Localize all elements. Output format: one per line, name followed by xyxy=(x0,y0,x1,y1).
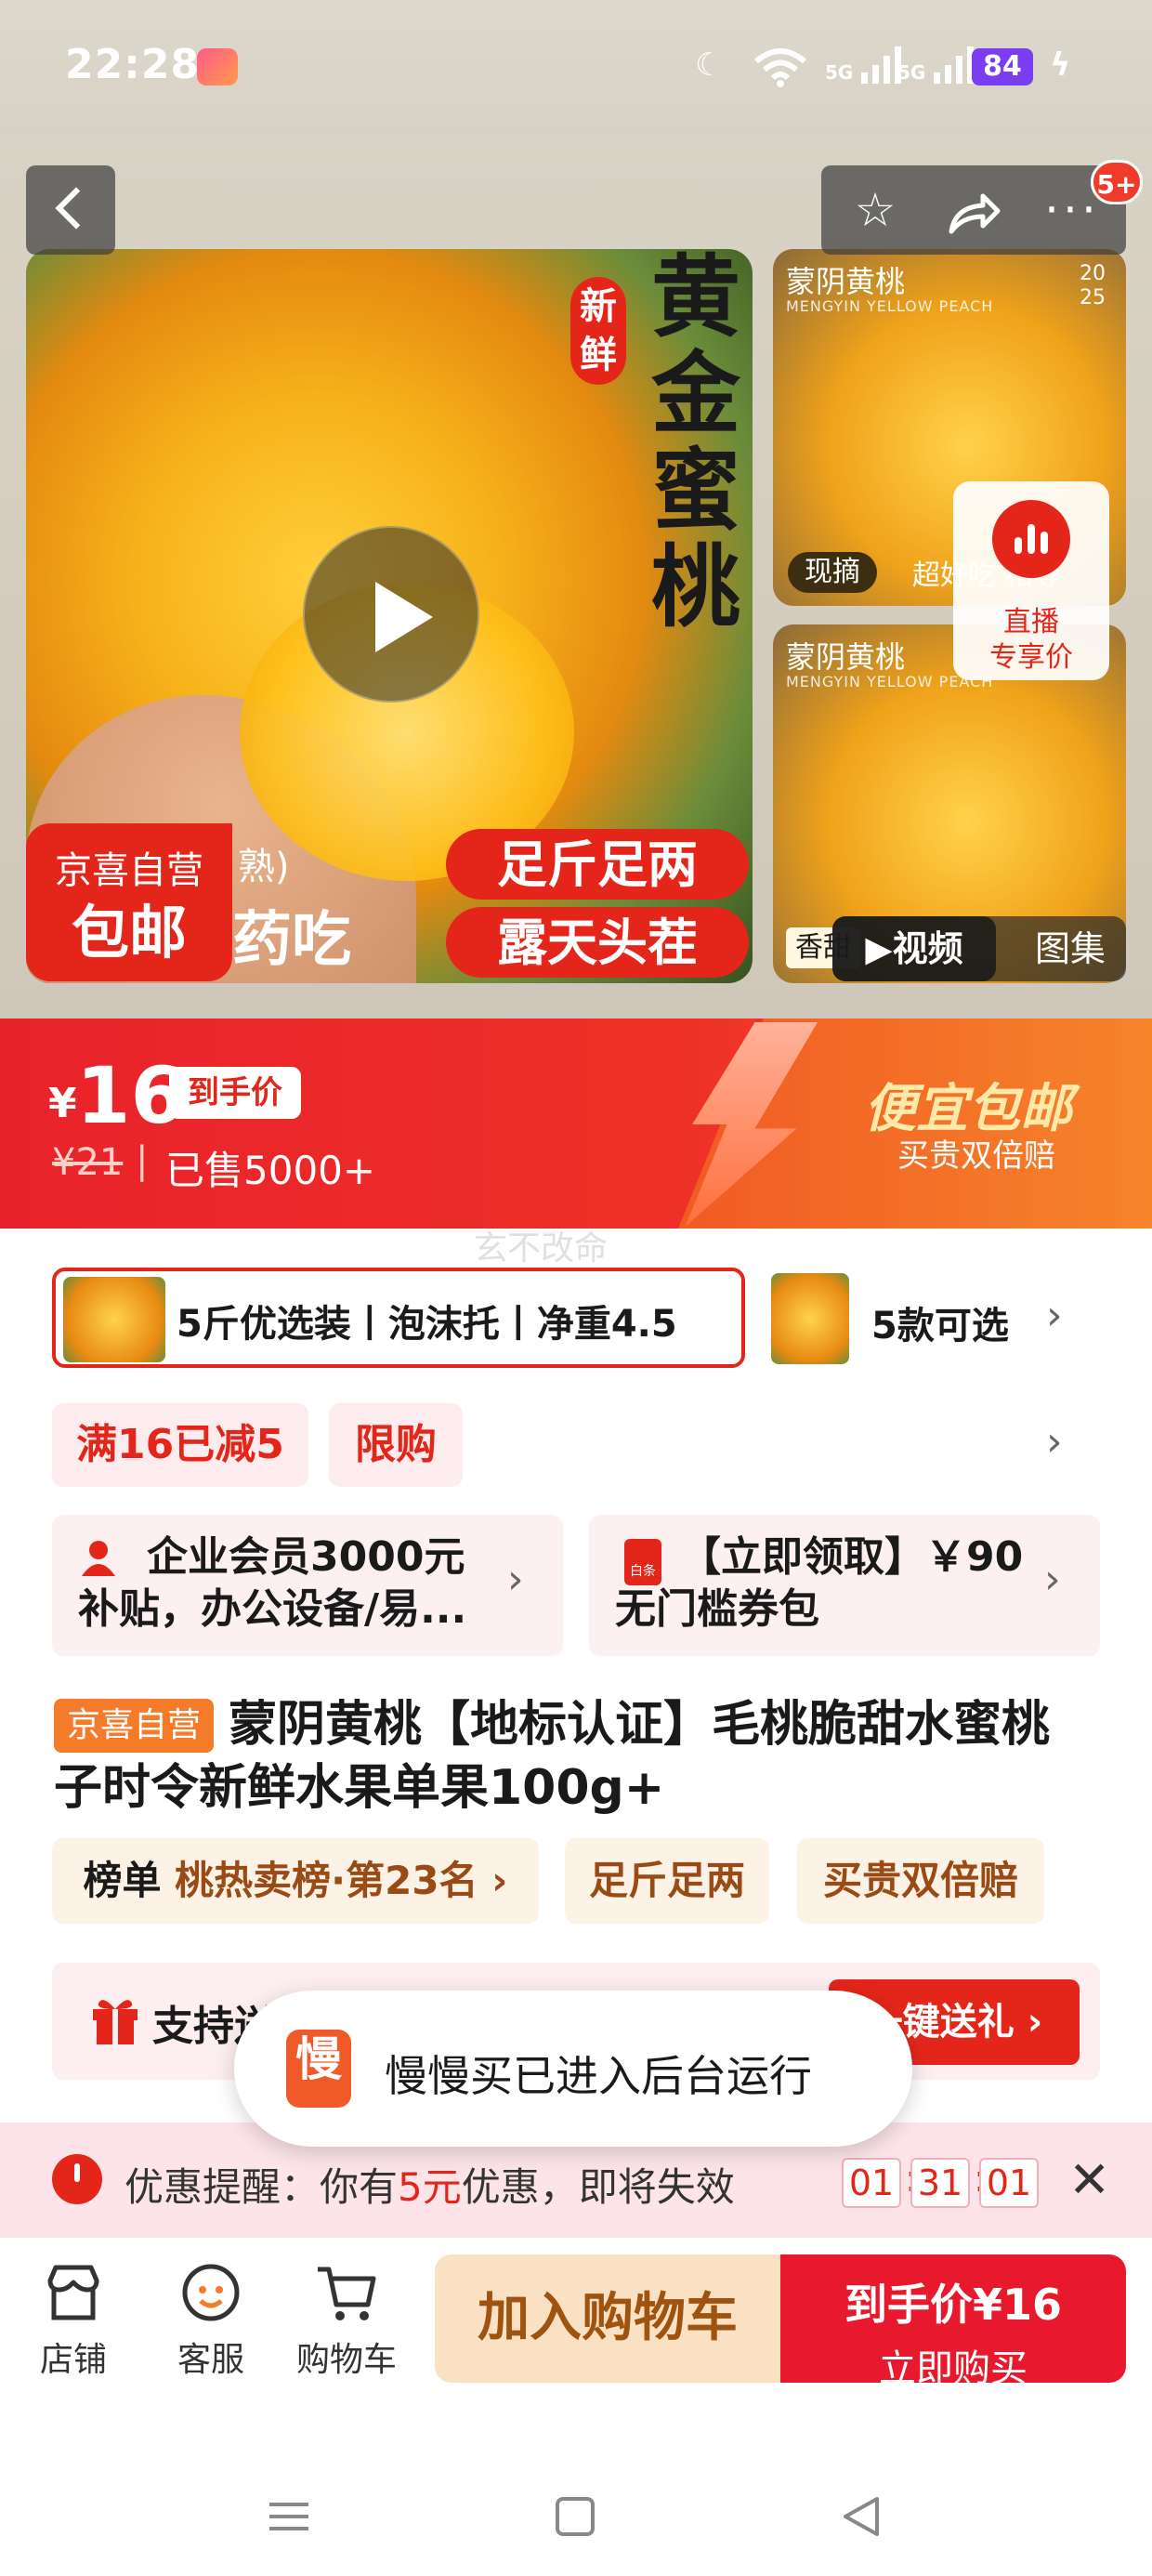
add-to-cart-button[interactable]: 加入购物车 xyxy=(435,2254,780,2383)
rank-prefix: 榜单 xyxy=(83,1858,162,1903)
gallery-pill-1: 足斤足两 xyxy=(446,829,749,900)
gallery-title: 黄金蜜桃 xyxy=(651,244,740,639)
price-divider: | xyxy=(136,1139,149,1182)
back-triangle-icon[interactable] xyxy=(840,2491,883,2551)
rank-text: 桃热卖榜·第23名 xyxy=(175,1858,478,1903)
bilibili-app-icon xyxy=(197,48,238,85)
thumb-title: 蒙阴黄桃 xyxy=(786,639,906,675)
chevron-right-icon: › xyxy=(507,1556,524,1603)
countdown-seconds: 01 xyxy=(979,2158,1039,2208)
segment-images[interactable]: 图集 xyxy=(1015,916,1126,981)
battery-icon: 84 xyxy=(972,48,1033,85)
gallery-ghost-text: 药吃 xyxy=(232,906,351,975)
feature-tag: 买贵双倍赔 xyxy=(797,1838,1044,1924)
product-detail-page: 22:28 ☾ 5G 5G 84 ϟ 新鲜 黄金蜜桃 足斤足两 露天头茬 熟) … xyxy=(0,0,1152,2576)
new-tag: 新鲜 xyxy=(570,277,626,385)
signal-icon: 5G xyxy=(825,46,904,87)
buy-price-label: 到手价¥16 xyxy=(844,2280,1063,2330)
thumb-subtitle: MENGYIN YELLOW PEACH xyxy=(786,297,994,315)
manmanmai-app-icon: 慢 xyxy=(286,2030,351,2108)
coupon-pack-card[interactable]: 白条 【立即领取】￥90无门槛券包 › xyxy=(589,1515,1100,1656)
background-toast: 慢 慢慢买已进入后台运行 xyxy=(234,1991,912,2147)
coupon-text: 【立即领取】￥90无门槛券包 xyxy=(615,1533,1024,1633)
member-text: 企业会员3000元补贴，办公设备/易... xyxy=(78,1533,467,1633)
store-icon[interactable] xyxy=(41,2260,106,2325)
share-arrow-icon[interactable] xyxy=(927,165,1020,255)
star-icon[interactable]: ☆ xyxy=(829,165,922,255)
sold-count: 已售5000+ xyxy=(165,1148,376,1193)
home-icon[interactable] xyxy=(554,2491,596,2551)
feature-tag: 足斤足两 xyxy=(565,1838,769,1924)
top-action-group: ☆ ··· xyxy=(821,165,1126,255)
jx-badge-line2: 包邮 xyxy=(71,899,187,966)
option-count[interactable]: 5款可选 xyxy=(871,1295,1009,1349)
customer-service-icon[interactable] xyxy=(178,2260,243,2325)
jx-free-shipping-badge: 京喜自营 包邮 xyxy=(26,823,232,981)
status-time: 22:28 xyxy=(65,41,201,88)
watermark-text: 玄不改命 xyxy=(474,1229,609,1268)
thumb-title: 蒙阴黄桃 xyxy=(786,264,906,299)
nav-label: 客服 xyxy=(177,2341,244,2379)
live-price-label: 专享价 xyxy=(989,641,1073,674)
back-button[interactable] xyxy=(26,165,115,255)
charging-icon: ϟ xyxy=(1050,46,1071,84)
chevron-right-icon[interactable]: › xyxy=(1046,1292,1063,1339)
nav-label: 购物车 xyxy=(295,2341,397,2379)
thumb-year: 20 25 xyxy=(1080,262,1106,309)
segment-video[interactable]: ▶视频 xyxy=(832,916,996,981)
member-subsidy-card[interactable]: 企业会员3000元补贴，办公设备/易... › xyxy=(52,1515,563,1656)
gift-icon xyxy=(89,1992,141,2046)
price-tag: 到手价 xyxy=(169,1067,301,1119)
moon-icon: ☾ xyxy=(695,46,724,84)
chevron-right-icon: › xyxy=(491,1858,508,1903)
menu-icon[interactable] xyxy=(268,2491,310,2551)
jx-self-operated-tag: 京喜自营 xyxy=(54,1699,214,1753)
notification-badge: 5+ xyxy=(1091,160,1143,204)
promo-subtitle: 买贵双倍赔 xyxy=(897,1137,1055,1175)
buy-label: 立即购买 xyxy=(879,2347,1028,2390)
ranking-tag[interactable]: 榜单 桃热卖榜·第23名 › xyxy=(52,1838,539,1924)
gallery-ghost-text: 熟) xyxy=(238,846,290,888)
gallery-pill-2: 露天头茬 xyxy=(446,907,749,978)
reminder-text: 优惠提醒：你有5元优惠，即将失效 xyxy=(124,2164,735,2210)
original-price: ¥21 xyxy=(52,1141,124,1184)
price-currency: ¥ xyxy=(48,1080,77,1127)
wifi-icon xyxy=(753,46,808,87)
live-exclusive-button[interactable]: 直播 专享价 xyxy=(953,481,1109,680)
buy-now-button[interactable]: 到手价¥16 立即购买 xyxy=(780,2254,1126,2390)
toast-text: 慢慢买已进入后台运行 xyxy=(385,2051,812,2101)
shopping-cart-icon[interactable] xyxy=(314,2260,379,2325)
option-label: 5斤优选装丨泡沫托丨净重4.5 xyxy=(177,1303,677,1346)
clock-icon xyxy=(52,2154,102,2204)
nav-label: 店铺 xyxy=(39,2341,107,2379)
play-small-icon: ▶ xyxy=(865,928,893,969)
play-video-button[interactable] xyxy=(303,526,479,703)
signal-label: 5G xyxy=(897,61,926,84)
discount-tag[interactable]: 满16已减5 xyxy=(52,1403,308,1487)
countdown-hours: 01 xyxy=(842,2158,901,2208)
chevron-right-icon: › xyxy=(1044,1556,1061,1603)
signal-icon: 5G xyxy=(897,46,976,87)
signal-label: 5G xyxy=(825,61,854,84)
limit-tag[interactable]: 限购 xyxy=(329,1403,463,1487)
live-icon xyxy=(992,500,1070,578)
countdown-minutes: 31 xyxy=(910,2158,970,2208)
option-thumbnail[interactable] xyxy=(771,1273,849,1364)
thumb-tag: 现摘 xyxy=(788,552,877,593)
close-icon[interactable]: ✕ xyxy=(1068,2150,1110,2209)
media-segment-control: ▶视频 图集 xyxy=(832,916,1126,981)
jx-badge-line1: 京喜自营 xyxy=(55,849,203,892)
selected-option[interactable]: 5斤优选装丨泡沫托丨净重4.5 xyxy=(52,1268,745,1368)
option-thumbnail xyxy=(63,1277,165,1362)
chevron-right-icon[interactable]: › xyxy=(1046,1418,1063,1465)
